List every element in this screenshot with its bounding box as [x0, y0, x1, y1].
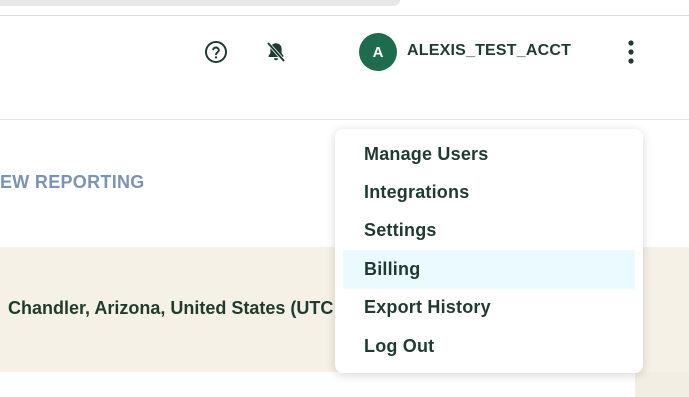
menu-item-settings[interactable]: Settings [343, 212, 635, 250]
notifications-button[interactable] [261, 37, 291, 67]
menu-item-label: Log Out [364, 335, 435, 356]
menu-item-billing[interactable]: Billing [343, 250, 635, 289]
menu-item-manage-users[interactable]: Manage Users [343, 135, 635, 173]
more-options-button[interactable] [616, 36, 646, 68]
location-text: Chandler, Arizona, United States (UTC [8, 298, 334, 318]
menu-item-integrations[interactable]: Integrations [343, 173, 635, 211]
account-menu: Manage Users Integrations Settings Billi… [335, 129, 643, 373]
menu-item-label: Manage Users [364, 143, 489, 164]
content-card [0, 372, 635, 397]
kebab-vertical-icon [628, 40, 634, 64]
browser-chrome-strip [0, 0, 689, 16]
bell-off-icon [266, 41, 286, 63]
reporting-link[interactable]: EW REPORTING [0, 172, 145, 193]
menu-item-label: Integrations [364, 182, 470, 203]
menu-item-export-history[interactable]: Export History [343, 289, 635, 327]
avatar-initial: A [372, 43, 384, 61]
browser-tab-shape [0, 0, 400, 6]
right-gutter [635, 372, 689, 397]
avatar[interactable]: A [359, 33, 397, 71]
help-button[interactable] [201, 37, 231, 67]
menu-item-label: Billing [364, 258, 421, 279]
account-name[interactable]: ALEXIS_TEST_ACCT [407, 42, 571, 60]
menu-item-label: Export History [364, 297, 491, 318]
menu-item-log-out[interactable]: Log Out [343, 327, 635, 365]
app-header [0, 16, 689, 120]
menu-item-label: Settings [364, 220, 437, 241]
question-circle-icon [205, 41, 227, 63]
